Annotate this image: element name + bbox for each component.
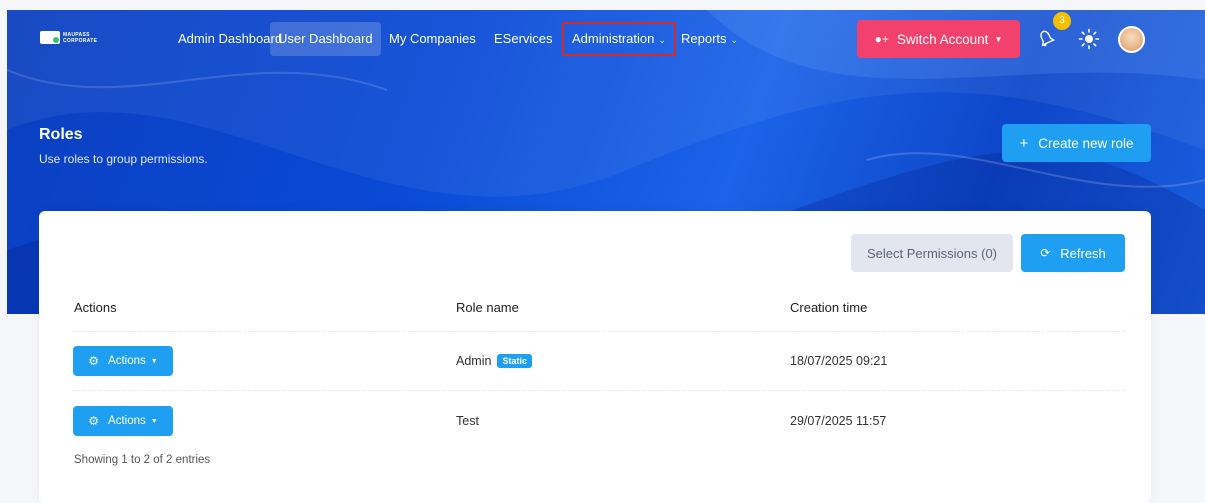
chevron-down-icon: ⌄ (658, 35, 666, 45)
add-user-icon: ●+ (874, 32, 889, 46)
gear-icon: ⚙ (88, 354, 100, 368)
nav-eservices[interactable]: EServices (486, 22, 561, 56)
column-header-creation-time[interactable]: Creation time (790, 300, 867, 315)
brand-logo[interactable]: MAUPASS CORPORATE (40, 31, 97, 44)
switch-account-button[interactable]: ●+ Switch Account ▼ (857, 20, 1020, 58)
caret-down-icon: ▼ (994, 34, 1003, 44)
nav-my-companies[interactable]: My Companies (381, 22, 484, 56)
caret-down-icon: ▼ (150, 417, 158, 425)
chevron-down-icon: ⌄ (730, 35, 739, 45)
notification-badge: 3 (1053, 12, 1071, 30)
role-name-cell: Test (456, 414, 479, 428)
row-divider (73, 390, 1125, 391)
caret-down-icon: ▼ (150, 357, 158, 365)
theme-sun-icon[interactable] (1078, 28, 1100, 50)
row-divider (73, 331, 1125, 332)
table-info: Showing 1 to 2 of 2 entries (74, 454, 211, 466)
column-header-role-name[interactable]: Role name (456, 300, 519, 315)
logo-icon (40, 31, 60, 44)
nav-administration[interactable]: Administration ⌄ (562, 22, 676, 56)
role-name-cell: Admin Static (456, 354, 532, 368)
column-header-actions[interactable]: Actions (74, 300, 117, 315)
page-subtitle: Use roles to group permissions. (39, 152, 208, 166)
gear-icon: ⚙ (88, 414, 100, 428)
row-actions-button[interactable]: ⚙ Actions ▼ (73, 406, 173, 436)
static-badge: Static (497, 354, 532, 368)
refresh-icon: ⟳ (1040, 246, 1051, 260)
creation-time-cell: 18/07/2025 09:21 (790, 354, 888, 368)
nav-user-dashboard[interactable]: User Dashboard (270, 22, 381, 56)
brand-sub: CORPORATE (63, 37, 98, 44)
page-title: Roles (39, 126, 83, 143)
nav-reports[interactable]: Reports ⌄ (673, 22, 746, 56)
refresh-button[interactable]: ⟳ Refresh (1021, 234, 1125, 272)
row-actions-button[interactable]: ⚙ Actions ▼ (73, 346, 173, 376)
top-navbar: MAUPASS CORPORATE Admin Dashboard User D… (0, 0, 1205, 60)
user-avatar[interactable] (1118, 26, 1145, 53)
select-permissions-button[interactable]: Select Permissions (0) (851, 234, 1013, 272)
bell-icon[interactable] (1036, 28, 1056, 48)
plus-icon: + (1019, 134, 1029, 152)
create-role-button[interactable]: + Create new role (1002, 124, 1151, 162)
creation-time-cell: 29/07/2025 11:57 (790, 414, 887, 428)
